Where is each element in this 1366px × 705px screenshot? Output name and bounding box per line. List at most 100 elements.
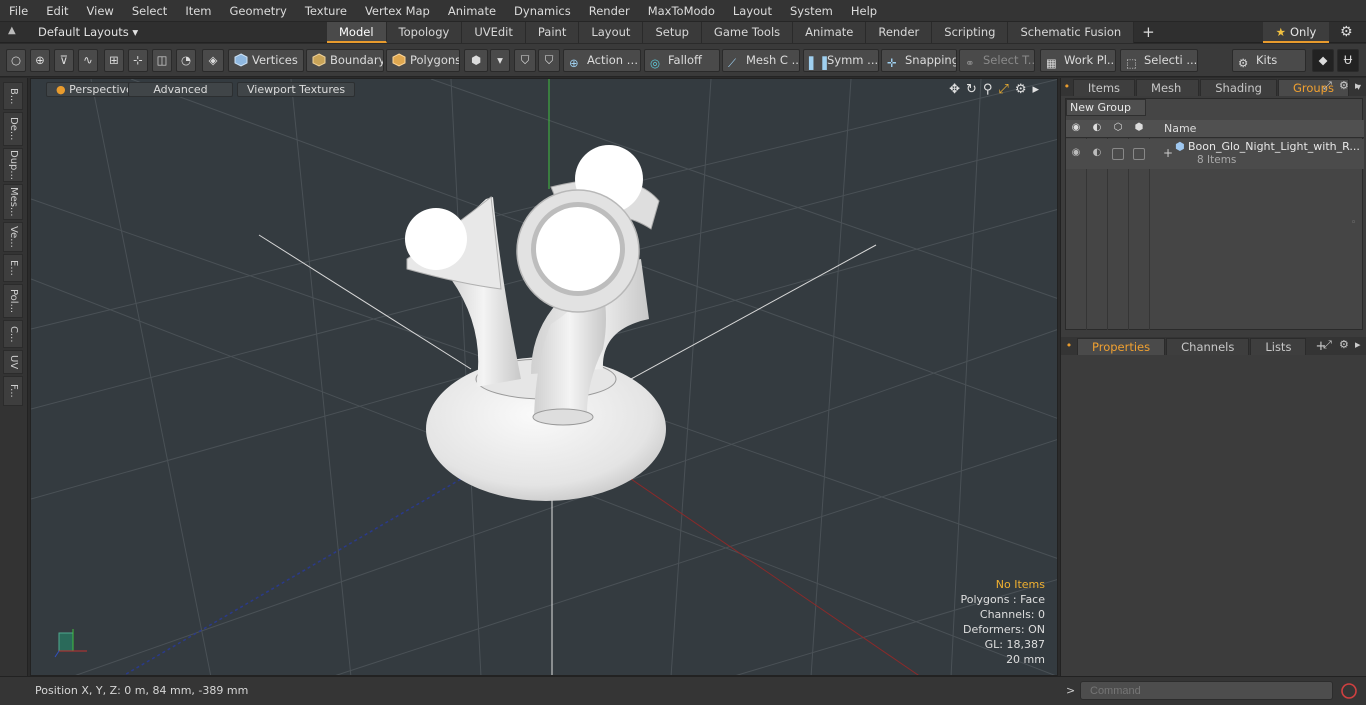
3d-viewport[interactable]: ● Perspective Advanced Viewport Textures… — [30, 78, 1058, 676]
lower-expand-icon[interactable]: ⤢ — [1323, 338, 1332, 352]
material-mode-icon[interactable]: ⬢ — [464, 49, 488, 72]
expand-plus-icon[interactable]: + — [1163, 146, 1173, 160]
rotate-icon[interactable]: ◔ — [176, 49, 196, 72]
zoom-icon[interactable]: ⚲ — [983, 82, 993, 97]
item-mode-icon[interactable]: ◈ — [202, 49, 224, 72]
symmetry-button[interactable]: ▌▐Symm ... — [803, 49, 879, 72]
viewport-settings-icon[interactable]: ⚙ — [1015, 82, 1027, 97]
command-input[interactable] — [1080, 681, 1333, 700]
tab-model[interactable]: Model — [327, 22, 387, 43]
add-tab-icon[interactable]: + — [1134, 22, 1163, 43]
tab-layout[interactable]: Layout — [579, 22, 644, 43]
chevron-down-icon[interactable]: ▾ — [490, 49, 510, 72]
square-icon[interactable]: ◫ — [152, 49, 172, 72]
menu-geometry[interactable]: Geometry — [221, 0, 296, 22]
menu-dynamics[interactable]: Dynamics — [505, 0, 580, 22]
gear-icon[interactable]: ⚙ — [1340, 24, 1353, 40]
tab-mesh[interactable]: Mesh ... — [1136, 79, 1200, 111]
strip-tab-mesh-edit[interactable]: Mes... — [3, 184, 23, 220]
tab-scripting[interactable]: Scripting — [932, 22, 1009, 43]
brush-icon[interactable]: ∿ — [78, 49, 98, 72]
render-header-icon[interactable]: ◐ — [1090, 122, 1104, 136]
select-through-button[interactable]: ⚭ Select T... — [959, 49, 1035, 72]
tab-properties[interactable]: Properties — [1077, 338, 1166, 355]
selection-sets-button[interactable]: ⬚ Selecti ... — [1120, 49, 1198, 72]
unity-icon[interactable]: ◆ — [1312, 49, 1334, 72]
tab-topology[interactable]: Topology — [386, 22, 463, 43]
align-icon[interactable]: ⊞ — [104, 49, 124, 72]
menu-help[interactable]: Help — [842, 0, 886, 22]
menu-file[interactable]: File — [0, 0, 37, 22]
layout-selector[interactable]: Default Layouts ▾ — [38, 22, 138, 43]
render-toggle-icon[interactable]: ◐ — [1090, 147, 1104, 161]
panel-settings-icon[interactable]: ⚙ — [1339, 79, 1349, 92]
globe-icon[interactable]: ⊕ — [30, 49, 50, 72]
tab-channels[interactable]: Channels — [1166, 338, 1250, 355]
new-group-button[interactable]: New Group — [1066, 99, 1146, 116]
tab-setup[interactable]: Setup — [643, 22, 702, 43]
lock-checkbox[interactable] — [1112, 148, 1124, 160]
work-plane-button[interactable]: ▦ Work Pl... — [1040, 49, 1116, 72]
expand-panel-icon[interactable]: ⤢ — [1323, 79, 1332, 93]
tab-game-tools[interactable]: Game Tools — [701, 22, 794, 43]
menu-animate[interactable]: Animate — [439, 0, 505, 22]
menu-edit[interactable]: Edit — [37, 0, 77, 22]
select-header-icon[interactable]: ⬢ — [1132, 122, 1146, 136]
boundary-button[interactable]: Boundary — [306, 49, 384, 72]
only-button[interactable]: ★ Only — [1263, 22, 1329, 43]
tab-shading[interactable]: Shading — [1200, 79, 1277, 96]
record-icon[interactable] — [1339, 681, 1359, 701]
strip-tab-uv[interactable]: UV — [3, 350, 23, 374]
tab-paint[interactable]: Paint — [525, 22, 580, 43]
lock-header-icon[interactable]: ⬡ — [1111, 122, 1125, 136]
circle-select-icon[interactable]: ○ — [6, 49, 26, 72]
panel-arrow-icon[interactable]: ▸ — [1355, 79, 1361, 92]
menu-vertex-map[interactable]: Vertex Map — [356, 0, 439, 22]
group-row[interactable]: ◉ ◐ + ⬢ Boon_Glo_Night_Light_with_R... 8… — [1066, 139, 1364, 169]
strip-tab-fusion[interactable]: F... — [3, 376, 23, 406]
lower-arrow-icon[interactable]: ▸ — [1355, 338, 1361, 351]
visibility-header-icon[interactable]: ◉ — [1069, 122, 1083, 136]
snapping-button[interactable]: ✛ Snapping — [881, 49, 957, 72]
falloff-button[interactable]: ◎ Falloff — [644, 49, 720, 72]
night-light-model[interactable] — [405, 145, 666, 501]
menu-system[interactable]: System — [781, 0, 842, 22]
select-checkbox[interactable] — [1133, 148, 1145, 160]
strip-tab-polygon[interactable]: Pol... — [3, 284, 23, 318]
scroll-handle-icon[interactable]: ◦ — [1351, 218, 1356, 228]
tab-items[interactable]: Items — [1072, 79, 1136, 96]
vertices-button[interactable]: Vertices — [228, 49, 304, 72]
shield-left-icon[interactable]: ⛉ — [514, 49, 536, 72]
strip-tab-edge[interactable]: E... — [3, 254, 23, 282]
menu-item[interactable]: Item — [176, 0, 220, 22]
strip-tab-duplicate[interactable]: Dup... — [3, 148, 23, 182]
eye-icon[interactable]: ◉ — [1069, 147, 1083, 161]
menu-layout[interactable]: Layout — [724, 0, 781, 22]
tab-render[interactable]: Render — [866, 22, 933, 43]
pan-icon[interactable]: ✥ — [949, 82, 960, 97]
strip-tab-basic[interactable]: B... — [3, 82, 23, 110]
polygons-button[interactable]: Polygons — [386, 49, 460, 72]
menu-view[interactable]: View — [78, 0, 123, 22]
layout-up-icon[interactable]: ▲ — [8, 25, 22, 39]
tab-lists[interactable]: Lists — [1250, 338, 1307, 355]
action-center-button[interactable]: ⊕ Action … — [563, 49, 641, 72]
strip-tab-curve[interactable]: C... — [3, 320, 23, 348]
play-arrow-icon[interactable]: ▸ — [1032, 82, 1039, 97]
unreal-icon[interactable]: Ʉ — [1337, 49, 1359, 72]
advanced-dropdown[interactable]: Advanced — [128, 82, 233, 97]
fit-icon[interactable]: ⤢ — [998, 82, 1008, 97]
menu-texture[interactable]: Texture — [296, 0, 356, 22]
strip-tab-vertex[interactable]: Ve... — [3, 222, 23, 252]
transform-icon[interactable]: ⊹ — [128, 49, 148, 72]
tab-animate[interactable]: Animate — [793, 22, 867, 43]
tab-uvedit[interactable]: UVEdit — [462, 22, 526, 43]
kits-button[interactable]: ⚙ Kits — [1232, 49, 1306, 72]
lower-settings-icon[interactable]: ⚙ — [1339, 338, 1349, 351]
strip-tab-deform[interactable]: De... — [3, 112, 23, 146]
menu-render[interactable]: Render — [580, 0, 639, 22]
menu-select[interactable]: Select — [123, 0, 176, 22]
mesh-constraint-button[interactable]: ⟋ Mesh C ... — [722, 49, 800, 72]
menu-maxtomodo[interactable]: MaxToModo — [639, 0, 724, 22]
tab-schematic-fusion[interactable]: Schematic Fusion — [1008, 22, 1135, 43]
